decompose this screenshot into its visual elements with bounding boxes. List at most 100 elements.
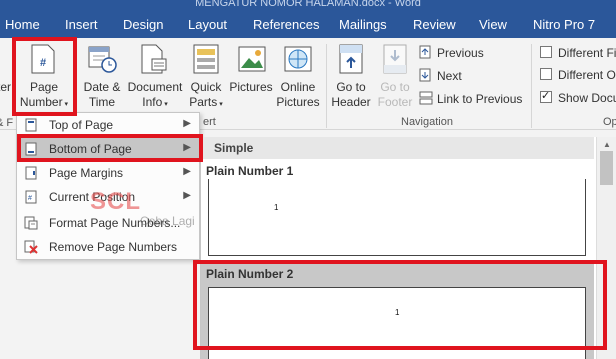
pictures-icon bbox=[238, 46, 266, 72]
online-pictures-icon bbox=[284, 46, 312, 72]
previous-button[interactable]: Previous bbox=[419, 44, 519, 62]
go-to-header-label-1: Go to bbox=[336, 80, 366, 94]
group-partial-label: & F bbox=[0, 117, 14, 129]
format-page-numbers-icon bbox=[24, 216, 38, 230]
show-document-label: Show Docu bbox=[558, 91, 616, 105]
next-button[interactable]: Next bbox=[419, 67, 519, 85]
svg-text:#: # bbox=[28, 195, 32, 202]
quick-parts-label-2-wrap: Parts ▾ bbox=[188, 95, 224, 112]
go-to-footer-icon bbox=[383, 44, 407, 74]
tab-insert[interactable]: Insert bbox=[65, 17, 98, 32]
group-divider bbox=[326, 44, 327, 128]
ribbon-partial-label: ter bbox=[0, 80, 12, 94]
ribbon-tab-bar: MENGATUR NOMOR HALAMAN.docx - Word Home … bbox=[0, 0, 616, 38]
calendar-clock-icon bbox=[88, 46, 117, 73]
different-first-label: Different Fi bbox=[558, 46, 616, 60]
chevron-right-icon: ▶ bbox=[183, 142, 191, 153]
page-number-label-2: Number bbox=[19, 95, 63, 109]
document-info-button[interactable]: Document Info ▾ bbox=[124, 40, 186, 112]
gallery-item-plain-number-1[interactable]: 1 bbox=[201, 179, 594, 257]
chevron-down-icon: ▾ bbox=[162, 101, 168, 108]
gallery-section-title: Simple bbox=[214, 141, 254, 155]
tab-mailings[interactable]: Mailings bbox=[339, 17, 387, 32]
online-pictures-button[interactable]: Online Pictures bbox=[275, 40, 321, 112]
page-number-preview: 1 bbox=[274, 203, 279, 212]
page-margins-icon bbox=[25, 166, 37, 180]
menu-item-top-of-page[interactable]: Top of Page ▶ bbox=[17, 113, 199, 137]
quick-parts-button[interactable]: Quick Parts ▾ bbox=[188, 40, 224, 112]
tab-home[interactable]: Home bbox=[5, 17, 40, 32]
go-to-footer-label-2: Footer bbox=[377, 95, 413, 109]
menu-item-label: Current Position bbox=[49, 190, 136, 204]
show-document-text-checkbox[interactable]: Show Docu bbox=[540, 89, 616, 106]
chevron-down-icon: ▾ bbox=[62, 101, 69, 108]
go-to-header-label-2: Header bbox=[331, 95, 371, 109]
page-number-gallery: Simple Plain Number 1 1 Plain Number 2 1… bbox=[200, 137, 616, 359]
pictures-label: Pictures bbox=[229, 80, 273, 94]
top-of-page-icon bbox=[25, 118, 37, 132]
page-number-label-1: Page bbox=[29, 80, 59, 94]
online-pictures-label-2: Pictures bbox=[276, 95, 320, 109]
page-number-icon: # bbox=[31, 44, 55, 74]
link-icon bbox=[419, 91, 433, 105]
tab-layout[interactable]: Layout bbox=[188, 17, 227, 32]
group-divider bbox=[531, 44, 532, 128]
menu-item-remove-page-numbers[interactable]: Remove Page Numbers bbox=[17, 235, 199, 259]
checkbox-box bbox=[540, 46, 552, 58]
menu-item-label: Format Page Numbers... bbox=[49, 216, 181, 230]
menu-item-page-margins[interactable]: Page Margins ▶ bbox=[17, 161, 199, 185]
chevron-right-icon: ▶ bbox=[183, 190, 191, 201]
navigation-group-label: Navigation bbox=[401, 116, 453, 128]
date-time-label-2: Time bbox=[88, 95, 116, 109]
document-info-label-2-wrap: Info ▾ bbox=[124, 95, 186, 112]
tab-references[interactable]: References bbox=[253, 17, 319, 32]
menu-item-current-position[interactable]: # Current Position ▶ bbox=[17, 185, 199, 209]
scrollbar-thumb[interactable] bbox=[600, 151, 613, 185]
insert-group-label: ert bbox=[203, 116, 216, 128]
remove-page-numbers-icon bbox=[24, 240, 38, 254]
tab-view[interactable]: View bbox=[479, 17, 507, 32]
previous-icon bbox=[419, 45, 431, 59]
page-preview: 1 bbox=[208, 179, 586, 256]
different-odd-label: Different O bbox=[558, 68, 616, 82]
pictures-button[interactable]: Pictures bbox=[228, 40, 274, 112]
scroll-up-icon[interactable]: ▲ bbox=[603, 140, 611, 149]
page-preview: 1 bbox=[208, 287, 586, 359]
options-group-label: Op bbox=[603, 116, 616, 128]
quick-parts-label-1: Quick bbox=[190, 80, 222, 94]
menu-item-bottom-of-page[interactable]: Bottom of Page ▶ bbox=[17, 137, 199, 161]
page-number-preview: 1 bbox=[395, 308, 400, 317]
next-icon bbox=[419, 68, 431, 82]
chevron-right-icon: ▶ bbox=[183, 166, 191, 177]
different-odd-even-checkbox[interactable]: Different O bbox=[540, 67, 616, 83]
menu-item-label: Bottom of Page bbox=[49, 142, 132, 156]
go-to-header-button[interactable]: Go to Header bbox=[330, 40, 372, 112]
link-to-previous-button[interactable]: Link to Previous bbox=[419, 90, 531, 108]
current-position-icon: # bbox=[25, 190, 37, 204]
link-to-previous-label: Link to Previous bbox=[437, 92, 523, 106]
checkbox-box-checked bbox=[540, 89, 552, 103]
gallery-item-title: Plain Number 2 bbox=[206, 267, 294, 281]
go-to-footer-button[interactable]: Go to Footer bbox=[374, 40, 416, 112]
quick-parts-label-2: Parts bbox=[189, 95, 218, 109]
bottom-of-page-icon bbox=[25, 142, 37, 156]
gallery-item-plain-number-2[interactable]: Plain Number 2 1 bbox=[201, 263, 594, 359]
menu-item-label: Page Margins bbox=[49, 166, 124, 180]
quick-parts-icon bbox=[193, 44, 219, 74]
different-first-page-checkbox[interactable]: Different Fi bbox=[540, 45, 616, 61]
window-title: MENGATUR NOMOR HALAMAN.docx - Word bbox=[195, 0, 421, 9]
chevron-down-icon: ▾ bbox=[217, 101, 223, 108]
menu-item-format-page-numbers[interactable]: Format Page Numbers... bbox=[17, 211, 199, 235]
gallery-scrollbar[interactable]: ▲ bbox=[596, 137, 616, 359]
page-number-button[interactable]: # Page Number ▾ bbox=[15, 40, 73, 113]
tab-nitro-pro[interactable]: Nitro Pro 7 bbox=[533, 17, 595, 32]
checkbox-box bbox=[540, 68, 552, 80]
tab-design[interactable]: Design bbox=[123, 17, 163, 32]
svg-text:#: # bbox=[40, 57, 46, 69]
gallery-section-header: Simple bbox=[201, 137, 594, 159]
next-label: Next bbox=[437, 69, 462, 83]
menu-item-label: Top of Page bbox=[49, 118, 114, 132]
tab-review[interactable]: Review bbox=[413, 17, 456, 32]
date-time-button[interactable]: Date & Time bbox=[82, 40, 122, 112]
gallery-item-title: Plain Number 1 bbox=[206, 164, 294, 178]
